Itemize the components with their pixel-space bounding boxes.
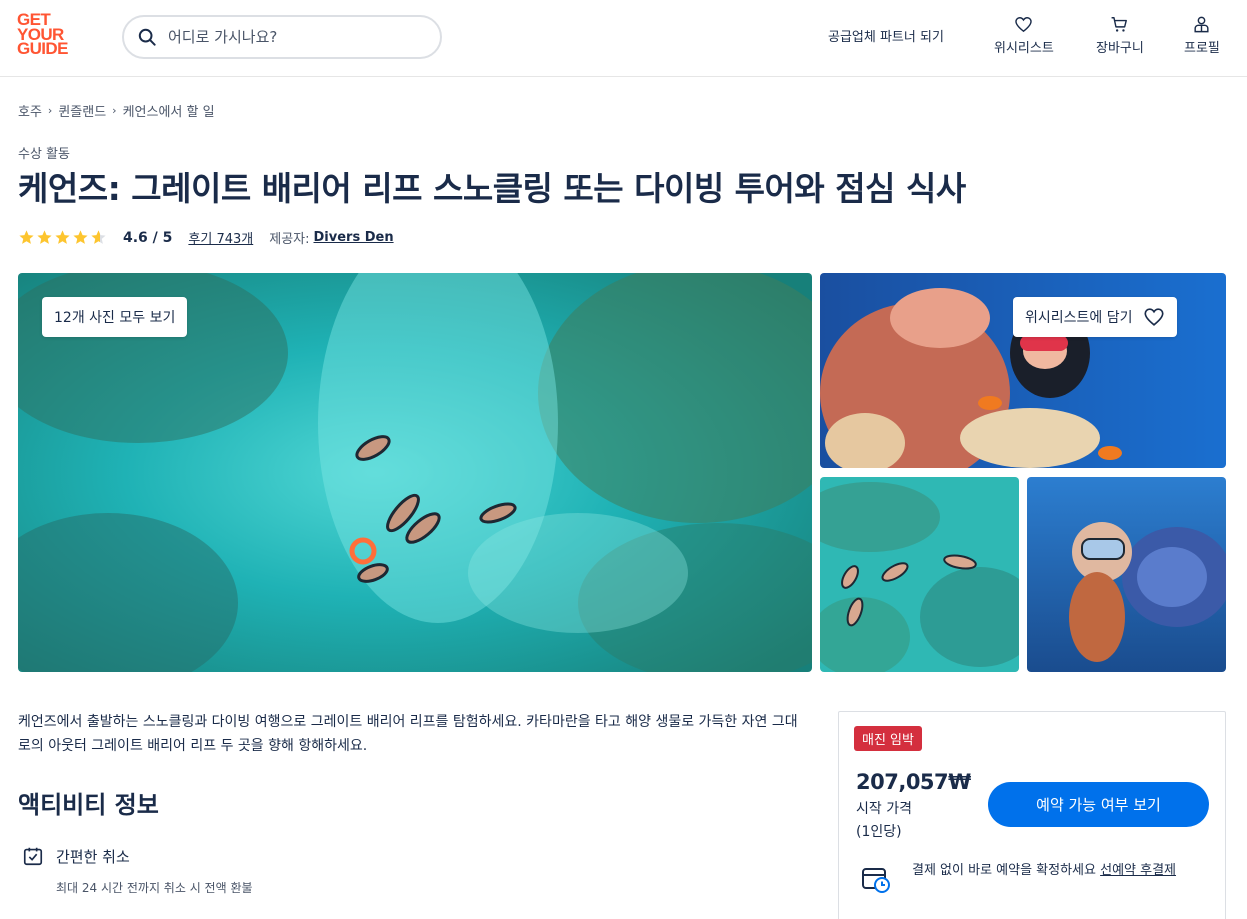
profile-icon	[1194, 16, 1209, 33]
logo-line-3: GUIDE	[17, 39, 68, 58]
star-icon	[37, 230, 52, 244]
search-bar[interactable]	[122, 15, 442, 59]
gallery-photo-snorkel-group[interactable]	[820, 477, 1019, 672]
reserve-now-pay-later-text: 결제 없이 바로 예약을 확정하세요 선예약 후결제	[912, 860, 1212, 881]
activity-info-heading: 액티비티 정보	[18, 791, 159, 819]
heart-icon	[1015, 17, 1033, 33]
free-cancellation-detail: 최대 24 시간 전까지 취소 시 전액 환불	[56, 881, 253, 895]
activity-description: 케언즈에서 출발하는 스노클링과 다이빙 여행으로 그레이트 배리어 리프를 탐…	[18, 714, 798, 754]
snorkel-group-image	[820, 477, 1019, 672]
activity-category: 수상 활동	[18, 147, 70, 162]
view-all-photos-button[interactable]: 12개 사진 모두 보기	[42, 297, 188, 337]
rating-row: 4.6 / 5 후기 743개 제공자: Divers Den	[18, 228, 394, 247]
gallery-photo-fish-diver[interactable]	[1027, 477, 1226, 672]
likely-to-sell-out-badge: 매진 임박	[854, 726, 922, 751]
nav-cart-label: 장바구니	[1096, 41, 1144, 56]
nav-wishlist[interactable]: 위시리스트	[994, 15, 1054, 56]
price-from-label: 시작 가격	[856, 801, 912, 817]
star-icon	[19, 230, 34, 244]
page-title: 케언즈: 그레이트 배리어 리프 스노클링 또는 다이빙 투어와 점심 식사	[18, 169, 966, 208]
nav-cart[interactable]: 장바구니	[1096, 15, 1144, 56]
site-header: GET YOUR GUIDE 공급업체 파트너 되기 위시리스트 장바구니 프로…	[0, 0, 1247, 77]
become-partner-link[interactable]: 공급업체 파트너 되기	[828, 26, 944, 45]
chevron-right-icon: ›	[47, 104, 53, 117]
star-icon	[55, 230, 70, 244]
heart-icon	[1143, 308, 1164, 326]
getyourguide-logo[interactable]: GET YOUR GUIDE	[17, 11, 77, 58]
breadcrumb: 호주 › 퀸즐랜드 › 케언스에서 할 일	[18, 101, 215, 120]
calendar-check-icon	[23, 847, 43, 866]
reserve-now-text: 결제 없이 바로 예약을 확정하세요	[912, 863, 1101, 878]
search-input[interactable]	[168, 28, 408, 46]
breadcrumb-region[interactable]: 퀸즐랜드	[58, 101, 106, 120]
reviews-link[interactable]: 후기 743개	[188, 228, 253, 247]
star-rating	[18, 229, 107, 246]
booking-card: 매진 임박 207,057₩ 시작 가격 (1인당) 예약 가능 여부 보기 결…	[838, 711, 1226, 919]
nav-profile[interactable]: 프로필	[1184, 15, 1220, 56]
check-availability-button[interactable]: 예약 가능 여부 보기	[988, 782, 1209, 827]
calendar-clock-icon	[862, 868, 890, 893]
add-to-wishlist-button[interactable]: 위시리스트에 담기	[1013, 297, 1177, 337]
breadcrumb-city[interactable]: 케언스에서 할 일	[123, 101, 215, 120]
chevron-right-icon: ›	[112, 104, 117, 117]
provider-label: 제공자:	[269, 232, 310, 247]
price-per-person-label: (1인당)	[856, 824, 902, 840]
nav-wishlist-label: 위시리스트	[994, 41, 1054, 56]
search-icon	[138, 28, 156, 46]
reserve-now-pay-later-link[interactable]: 선예약 후결제	[1100, 863, 1176, 878]
provider-link[interactable]: Divers Den	[314, 230, 394, 245]
star-half-icon	[91, 230, 106, 244]
diver-with-fish-image	[1027, 477, 1226, 672]
price-value: 207,057₩	[856, 770, 971, 794]
star-icon	[73, 230, 88, 244]
cart-icon	[1112, 17, 1128, 32]
nav-profile-label: 프로필	[1184, 41, 1220, 56]
breadcrumb-country[interactable]: 호주	[18, 101, 42, 120]
add-to-wishlist-label: 위시리스트에 담기	[1025, 310, 1133, 326]
rating-value: 4.6 / 5	[123, 229, 173, 246]
free-cancellation-title: 간편한 취소	[56, 848, 130, 866]
